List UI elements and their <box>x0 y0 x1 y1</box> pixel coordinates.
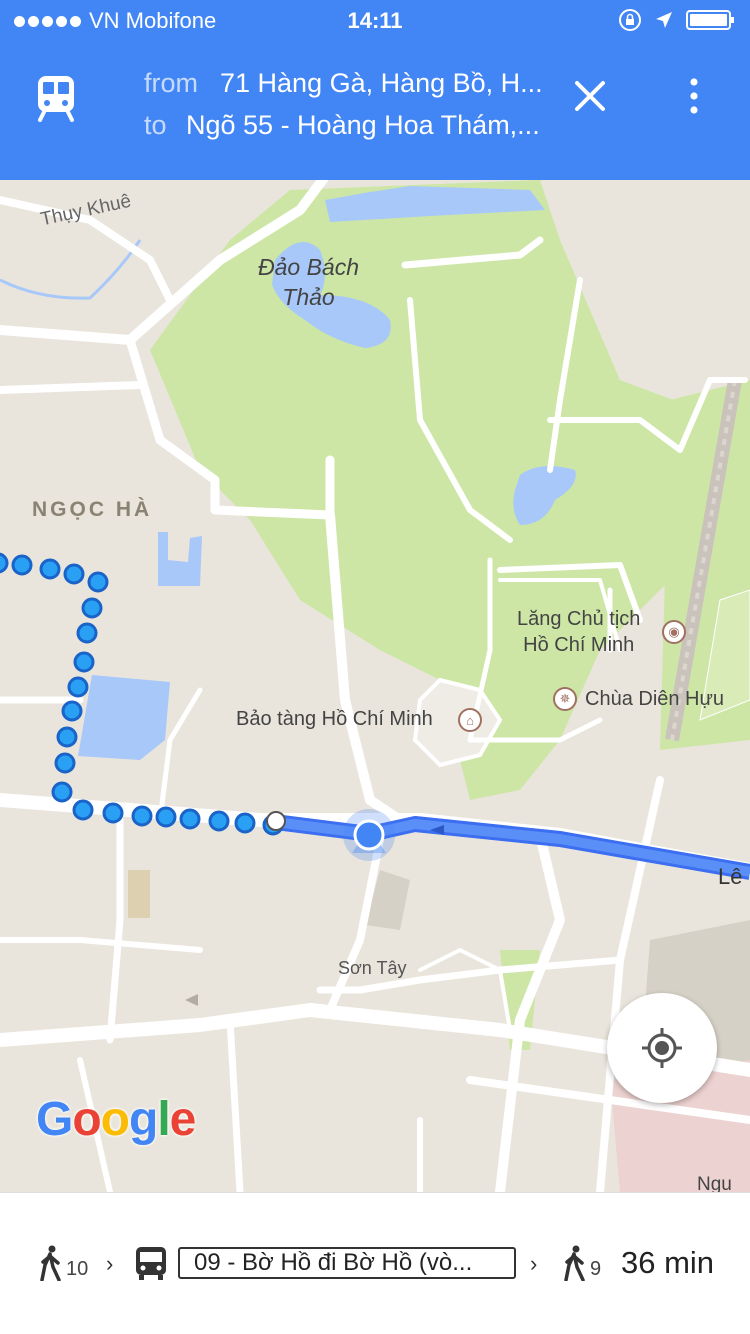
museum-poi-icon[interactable]: ⌂ <box>458 708 482 732</box>
logo-letter: G <box>36 1093 73 1146</box>
status-bar: VN Mobifone 14:11 <box>0 0 750 40</box>
close-icon[interactable] <box>572 78 608 114</box>
destination-field[interactable]: to Ngõ 55 - Hoàng Hoa Thám,... <box>144 110 540 141</box>
to-label: to <box>144 110 167 140</box>
my-location-button[interactable] <box>607 993 717 1103</box>
map-label-line: Hồ Chí Minh <box>523 634 635 656</box>
walking-path <box>0 552 284 836</box>
rotation-lock-icon <box>619 9 641 31</box>
temple-poi-icon[interactable]: ✵ <box>553 687 577 711</box>
map-label-line: Thảo <box>282 284 335 310</box>
logo-letter: g <box>129 1093 158 1146</box>
map-label-lang-chu-tich[interactable]: Lăng Chủ tịch Hồ Chí Minh <box>517 606 640 658</box>
transfer-stop <box>266 811 286 831</box>
walk-end-minutes: 9 <box>590 1258 602 1280</box>
map-label-chua-dien-huu[interactable]: Chùa Diên Hựu <box>585 688 724 711</box>
battery-icon <box>686 10 734 30</box>
crosshair-icon <box>642 1028 682 1068</box>
map-view[interactable]: Thụy Khuê Đảo Bách Thảo NGỌC HÀ Lăng Chủ… <box>0 180 750 1192</box>
destination-value: Ngõ 55 - Hoàng Hoa Thám,... <box>186 110 540 140</box>
train-icon[interactable] <box>36 74 76 122</box>
map-label-ngoc-ha: NGỌC HÀ <box>32 498 153 521</box>
current-location-dot <box>353 819 385 851</box>
google-logo: Google <box>36 1092 197 1147</box>
walking-icon <box>564 1245 585 1281</box>
chevron-right-icon: › <box>106 1251 114 1276</box>
bus-route-chip[interactable]: 09 - Bờ Hồ đi Bờ Hồ (vò... <box>178 1247 516 1279</box>
map-label-line: Lăng Chủ tịch <box>517 608 641 630</box>
walking-icon <box>40 1245 61 1281</box>
chevron-right-icon: › <box>530 1251 538 1276</box>
bus-icon <box>136 1247 166 1280</box>
map-label-line: Đảo Bách <box>258 254 360 280</box>
route-summary-bar[interactable]: 10 › 09 - Bờ Hồ đi Bờ Hồ (vò... › 9 36 m… <box>0 1192 750 1334</box>
camera-poi-icon[interactable]: ◉ <box>662 620 686 644</box>
map-label-le: Lê <box>718 864 743 889</box>
location-arrow-icon <box>656 12 672 28</box>
trip-duration: 36 min <box>621 1245 715 1280</box>
directions-header: from 71 Hàng Gà, Hàng Bồ, H... to Ngõ 55 -… <box>0 40 750 180</box>
origin-field[interactable]: from 71 Hàng Gà, Hàng Bồ, H... <box>144 68 543 99</box>
walk-start-step: 10 <box>38 1245 88 1281</box>
logo-letter: l <box>157 1093 170 1146</box>
walk-end-step: 9 <box>562 1245 601 1281</box>
walk-start-minutes: 10 <box>66 1258 89 1280</box>
map-label-ngu: Ngu <box>697 1174 732 1192</box>
logo-letter: o <box>100 1093 130 1146</box>
more-options-icon[interactable] <box>684 76 704 116</box>
map-label-son-tay: Sơn Tây <box>338 958 407 978</box>
map-label-dao-bach-thao: Đảo Bách Thảo <box>258 252 359 312</box>
logo-letter: e <box>169 1093 197 1146</box>
status-icons <box>618 8 736 32</box>
origin-value: 71 Hàng Gà, Hàng Bồ, H... <box>220 68 543 98</box>
logo-letter: o <box>72 1093 101 1146</box>
from-label: from <box>144 68 198 98</box>
map-label-bao-tang[interactable]: Bảo tàng Hồ Chí Minh <box>236 708 433 731</box>
